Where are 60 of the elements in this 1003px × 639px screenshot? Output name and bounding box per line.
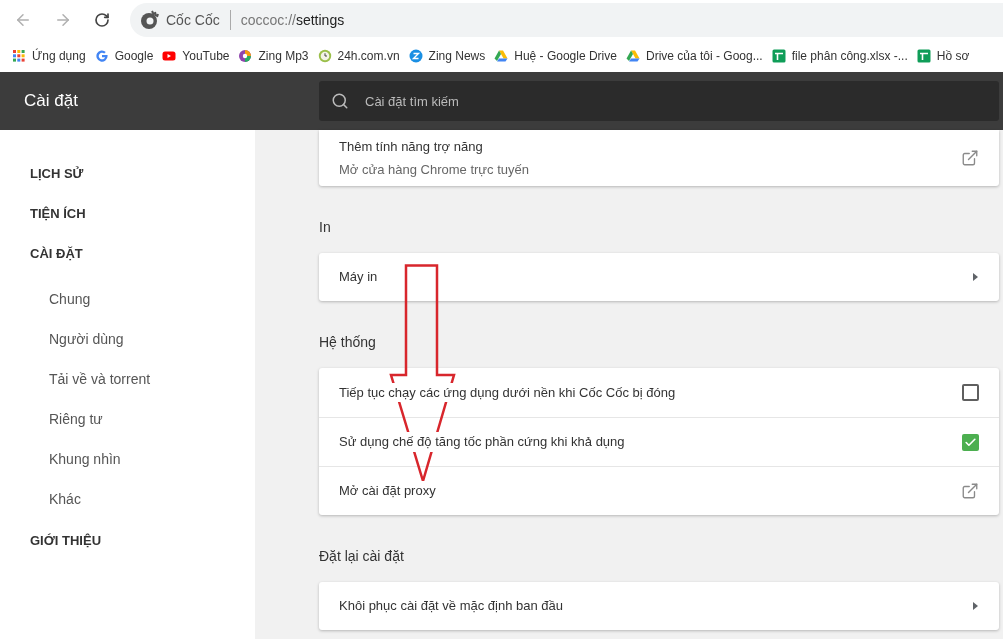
sidebar-item[interactable]: LỊCH SỬ xyxy=(30,154,255,194)
apps-grid-icon xyxy=(12,49,26,63)
clock-icon xyxy=(317,49,332,63)
checkbox[interactable] xyxy=(962,433,979,451)
settings-row[interactable]: Máy in xyxy=(319,253,999,301)
sidebar-item[interactable]: GIỚI THIỆU xyxy=(30,521,255,561)
sheet-icon xyxy=(771,49,786,63)
settings-row[interactable]: Tiếp tục chạy các ứng dụng dưới nền khi Cốc Cốc bị đóng xyxy=(319,368,999,417)
bookmark-item[interactable]: Drive của tôi - Goog... xyxy=(625,47,763,65)
google-g-icon xyxy=(94,49,109,63)
row-label: Mở cài đặt proxy xyxy=(339,481,436,501)
external-link-icon[interactable] xyxy=(961,149,979,167)
settings-row[interactable]: Khôi phục cài đặt về mặc định ban đầu xyxy=(319,582,999,630)
row-label: Sử dụng chế độ tăng tốc phần cứng khi khả dụng xyxy=(339,432,625,452)
triangle-logo-icon xyxy=(494,49,509,63)
sheet-icon xyxy=(916,49,931,63)
sidebar-subitem[interactable]: Chung xyxy=(49,279,255,319)
settings-row[interactable]: Thêm tính năng trợ năng Mở cửa hàng Chrome trực tuyến xyxy=(319,130,999,186)
checkbox[interactable] xyxy=(962,384,979,401)
bookmark-item[interactable]: Huệ - Google Drive xyxy=(494,47,617,65)
bookmark-item[interactable]: Zing Mp3 xyxy=(238,47,309,65)
settings-row[interactable]: Mở cài đặt proxy xyxy=(319,466,999,515)
search-field[interactable]: Cài đặt tìm kiếm xyxy=(319,81,999,121)
site-name: Cốc Cốc xyxy=(166,10,220,30)
section-heading: In xyxy=(319,218,332,237)
section-heading: Đặt lại cài đặt xyxy=(319,547,405,566)
settings-row[interactable]: Sử dụng chế độ tăng tốc phần cứng khi khả dụng xyxy=(319,417,999,466)
sidebar-subitem[interactable]: Người dùng xyxy=(49,319,255,359)
sidebar-subitem[interactable]: Riêng tư xyxy=(49,399,255,439)
search-icon xyxy=(331,92,349,110)
external-link-icon[interactable] xyxy=(961,482,979,500)
sidebar-subitem[interactable]: Tải về và torrent xyxy=(49,359,255,399)
back-icon[interactable] xyxy=(14,11,32,29)
bookmark-item[interactable]: YouTube xyxy=(162,47,230,65)
row-label: Tiếp tục chạy các ứng dụng dưới nền khi Cốc Cốc bị đóng xyxy=(339,382,676,403)
sidebar-subitem[interactable]: Khác xyxy=(49,479,255,519)
triangle-logo-icon xyxy=(625,49,640,63)
forward-icon[interactable] xyxy=(54,11,72,29)
section-heading: Hệ thống xyxy=(319,333,377,352)
bookmark-item[interactable]: Zing News xyxy=(408,47,486,65)
bookmark-item[interactable]: Google xyxy=(94,47,154,65)
url-text[interactable]: coccoc://settings xyxy=(240,9,345,31)
sidebar-subitem[interactable]: Khung nhìn xyxy=(49,439,255,479)
caret-right-icon[interactable] xyxy=(973,272,979,282)
check-icon xyxy=(964,435,977,449)
reload-icon[interactable] xyxy=(94,12,110,28)
address-bar[interactable]: Cốc Cốc coccoc://settings xyxy=(130,3,1003,37)
row-sublabel: Mở cửa hàng Chrome trực tuyến xyxy=(339,161,529,179)
disc-icon xyxy=(238,49,253,63)
page-title: Cài đặt xyxy=(23,90,79,113)
brand-logo-icon xyxy=(140,10,160,30)
bookmark-item[interactable]: Ứng dụng xyxy=(12,47,86,65)
play-icon xyxy=(162,49,177,63)
caret-right-icon[interactable] xyxy=(973,601,979,611)
bookmark-item[interactable]: 24h.com.vn xyxy=(317,47,400,65)
bookmark-item[interactable]: Hồ sơ xyxy=(916,47,970,65)
bookmark-item[interactable]: file phân công.xlsx -... xyxy=(771,47,908,65)
sidebar-item[interactable]: TIỆN ÍCH xyxy=(30,194,255,234)
sidebar-item[interactable]: CÀI ĐẶT xyxy=(30,234,255,274)
z-logo-icon xyxy=(408,49,423,63)
